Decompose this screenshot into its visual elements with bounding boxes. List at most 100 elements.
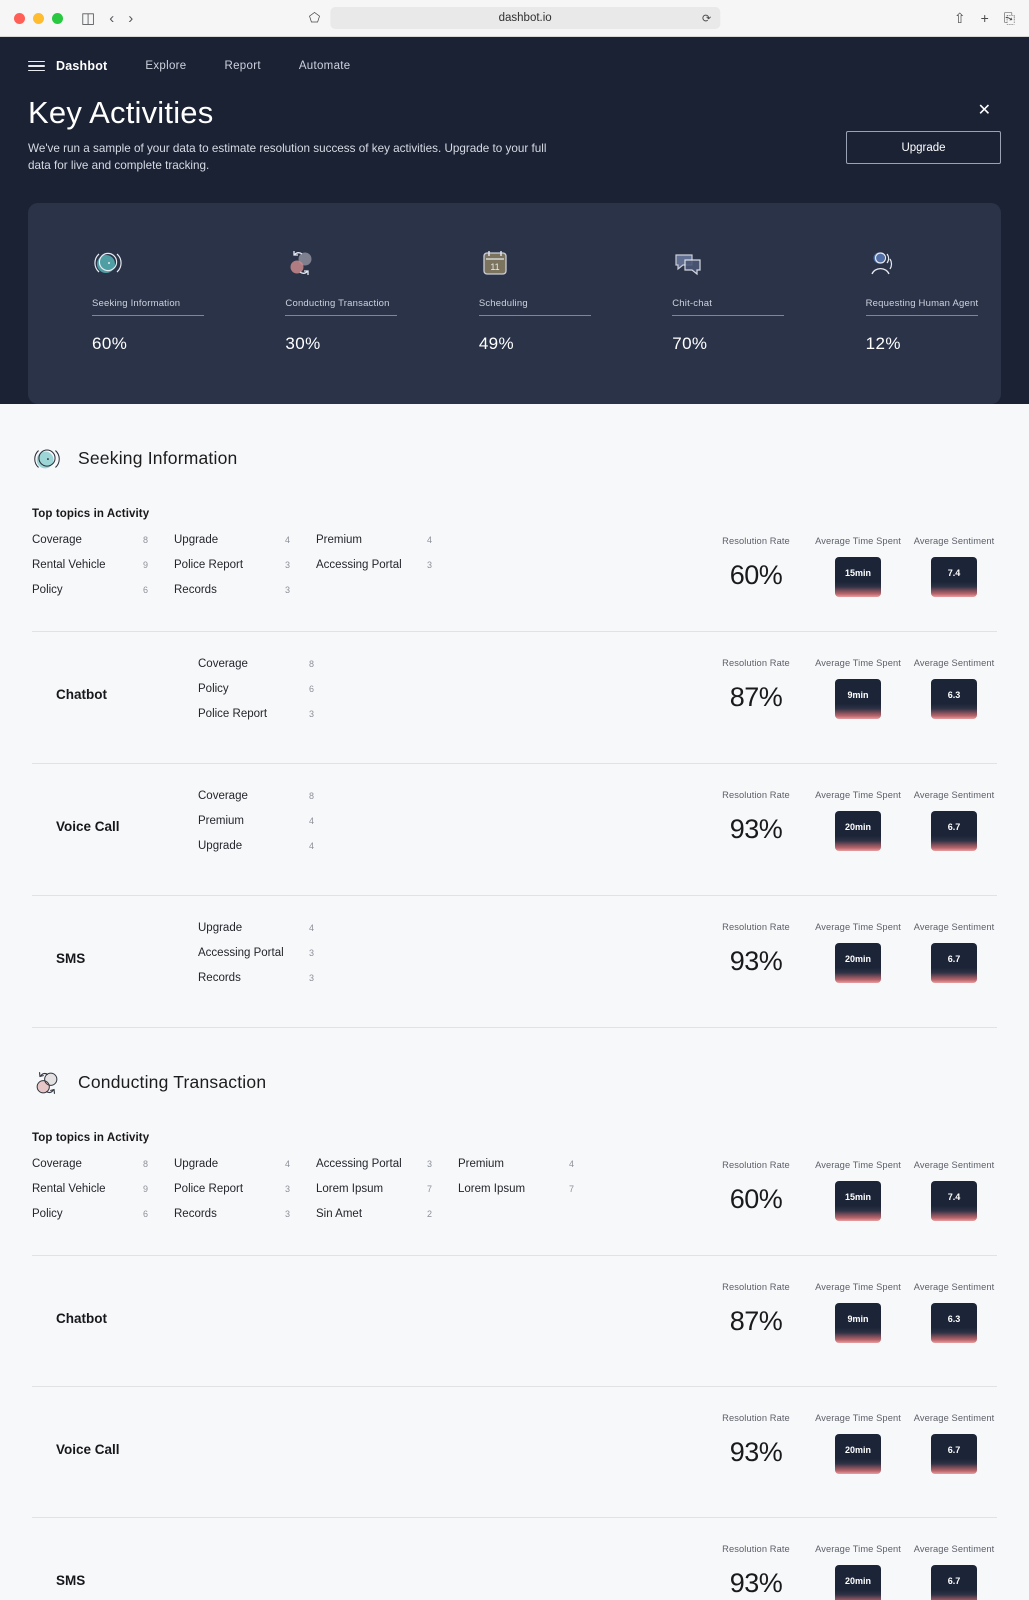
- topic-name: Rental Vehicle: [32, 558, 106, 571]
- topic-item[interactable]: Police Report 3: [174, 559, 316, 584]
- topic-item[interactable]: Policy 6: [32, 1208, 174, 1233]
- upgrade-button[interactable]: Upgrade: [846, 131, 1001, 164]
- section-seeking-information: Seeking Information Top topics in Activi…: [0, 404, 1029, 1028]
- sidebar-icon[interactable]: ◫: [81, 11, 95, 26]
- summary-item-chit-chat[interactable]: Chit-chat 70%: [614, 247, 807, 354]
- url-field[interactable]: dashbot.io ⟳: [330, 7, 721, 29]
- channel-label: Voice Call: [56, 819, 120, 835]
- topic-name: Upgrade: [174, 1157, 219, 1170]
- metric-resolution-rate: Resolution Rate 93%: [703, 790, 809, 854]
- metric-value: 87%: [729, 1305, 783, 1336]
- topic-item[interactable]: Coverage 8: [32, 534, 174, 559]
- window-controls[interactable]: [14, 12, 63, 24]
- topic-item[interactable]: Policy 6: [32, 584, 174, 609]
- summary-item-requesting-human-agent[interactable]: Requesting Human Agent 12%: [808, 247, 1001, 354]
- table-row[interactable]: Chatbot Coverage 8 Policy 6 Police Report 3…: [28, 632, 1001, 763]
- table-row[interactable]: SMS Upgrade 4 Accessing Portal 3 Records 3 …: [28, 896, 1001, 1027]
- metric-label: Resolution Rate: [722, 657, 790, 668]
- topic-item[interactable]: Sin Amet 2: [316, 1208, 458, 1233]
- topic-item[interactable]: Premium 4: [316, 534, 458, 559]
- table-row[interactable]: Voice Call Coverage 8 Premium 4 Upgrade 4 R…: [28, 764, 1001, 895]
- topic-count: 4: [284, 1158, 290, 1169]
- topic-item[interactable]: Records 3: [174, 1208, 316, 1233]
- minimize-window-button[interactable]: [33, 12, 44, 24]
- topic-item[interactable]: Coverage 8: [198, 658, 340, 683]
- plus-icon[interactable]: +: [981, 10, 989, 26]
- topic-count: 3: [308, 972, 314, 983]
- metric-label: Average Time Spent: [815, 657, 901, 668]
- summary-item-conducting-transaction[interactable]: Conducting Transaction 30%: [227, 247, 420, 354]
- metric-average-time-spent: Average Time Spent 15min: [809, 1160, 907, 1224]
- summary-label: Requesting Human Agent: [865, 298, 979, 316]
- topic-item[interactable]: Rental Vehicle 9: [32, 1183, 174, 1208]
- topic-item[interactable]: Upgrade 4: [174, 1158, 316, 1183]
- activity-summary-card: Seeking Information 60% Conducting Trans…: [28, 202, 1001, 404]
- section-title: Conducting Transaction: [78, 1072, 267, 1093]
- topic-item[interactable]: Upgrade 4: [198, 922, 340, 947]
- topic-item[interactable]: Upgrade 4: [198, 840, 340, 865]
- topic-item[interactable]: Premium 4: [198, 815, 340, 840]
- topic-item[interactable]: Policy 6: [198, 683, 340, 708]
- topic-item[interactable]: Accessing Portal 3: [198, 947, 340, 972]
- metric-value: 87%: [729, 681, 783, 712]
- topic-item[interactable]: Police Report 3: [174, 1183, 316, 1208]
- chip-value: 15min: [844, 1191, 871, 1202]
- topic-name: Lorem Ipsum: [316, 1182, 384, 1195]
- topic-item[interactable]: Lorem Ipsum 7: [458, 1183, 600, 1208]
- address-bar[interactable]: ⬠ dashbot.io ⟳: [309, 7, 721, 29]
- metric-label: Resolution Rate: [722, 1281, 790, 1292]
- hamburger-icon[interactable]: [28, 60, 45, 72]
- topic-item[interactable]: Upgrade 4: [174, 534, 316, 559]
- chip-value: 6.3: [947, 1313, 961, 1324]
- topic-item[interactable]: Police Report 3: [198, 708, 340, 733]
- chip-value: 20min: [844, 1444, 871, 1455]
- chip-value: 7.4: [947, 1191, 961, 1202]
- topic-item[interactable]: Premium 4: [458, 1158, 600, 1183]
- topics-grid: Coverage 8 Rental Vehicle 9 Policy 6 Upgrad…: [28, 534, 703, 609]
- topic-item[interactable]: Accessing Portal 3: [316, 559, 458, 584]
- time-chip: 20min: [835, 942, 881, 983]
- tabs-icon[interactable]: ⎘: [1004, 10, 1015, 27]
- share-icon[interactable]: ⇧: [954, 10, 966, 27]
- summary-value: 12%: [865, 333, 901, 353]
- topic-count: 4: [426, 534, 432, 545]
- topic-item[interactable]: Coverage 8: [198, 790, 340, 815]
- topic-name: Police Report: [198, 707, 268, 720]
- topic-item[interactable]: Records 3: [198, 972, 340, 997]
- shield-icon[interactable]: ⬠: [309, 10, 320, 26]
- topic-count: 6: [142, 584, 148, 595]
- topic-count: 3: [284, 1183, 290, 1194]
- maximize-window-button[interactable]: [52, 12, 63, 24]
- summary-value: 70%: [672, 333, 708, 353]
- summary-item-seeking-information[interactable]: Seeking Information 60%: [28, 247, 227, 354]
- reload-icon[interactable]: ⟳: [702, 12, 711, 25]
- nav-link-automate[interactable]: Automate: [299, 60, 351, 72]
- sentiment-chip: 7.4: [931, 1180, 977, 1221]
- topic-item[interactable]: Coverage 8: [32, 1158, 174, 1183]
- metrics-group: Resolution Rate 87% Average Time Spent 9…: [703, 658, 1001, 722]
- topic-item[interactable]: Rental Vehicle 9: [32, 559, 174, 584]
- summary-item-scheduling[interactable]: 11 Scheduling 49%: [421, 247, 614, 354]
- topic-column: Premium 4 Lorem Ipsum 7: [458, 1158, 600, 1233]
- browser-toolbar: ◫ ‹ › ⬠ dashbot.io ⟳ ⇧ + ⎘: [0, 0, 1029, 37]
- chevron-right-icon[interactable]: ›: [128, 11, 133, 26]
- topic-name: Upgrade: [198, 921, 243, 934]
- close-icon[interactable]: ✕: [978, 103, 991, 119]
- nav-link-explore[interactable]: Explore: [145, 60, 186, 72]
- chevron-left-icon[interactable]: ‹: [109, 11, 114, 26]
- chip-value: 20min: [844, 953, 871, 964]
- topic-name: Coverage: [198, 789, 248, 802]
- page-subtitle: We've run a sample of your data to estim…: [28, 142, 547, 172]
- table-row[interactable]: SMS Resolution Rate 93% Average Time Spe…: [28, 1518, 1001, 1600]
- topic-item[interactable]: Lorem Ipsum 7: [316, 1183, 458, 1208]
- topic-item[interactable]: Accessing Portal 3: [316, 1158, 458, 1183]
- table-row[interactable]: Voice Call Resolution Rate 93% Average T…: [28, 1387, 1001, 1517]
- close-window-button[interactable]: [14, 12, 25, 24]
- metrics-group: Resolution Rate 93% Average Time Spent 2…: [703, 1413, 1001, 1477]
- topic-count: 8: [308, 658, 314, 669]
- nav-link-report[interactable]: Report: [225, 60, 261, 72]
- table-row[interactable]: Chatbot Resolution Rate 87% Average Time…: [28, 1256, 1001, 1386]
- topic-item[interactable]: Records 3: [174, 584, 316, 609]
- metric-average-sentiment: Average Sentiment 6.7: [907, 1544, 1001, 1600]
- metric-label: Average Sentiment: [913, 1412, 995, 1423]
